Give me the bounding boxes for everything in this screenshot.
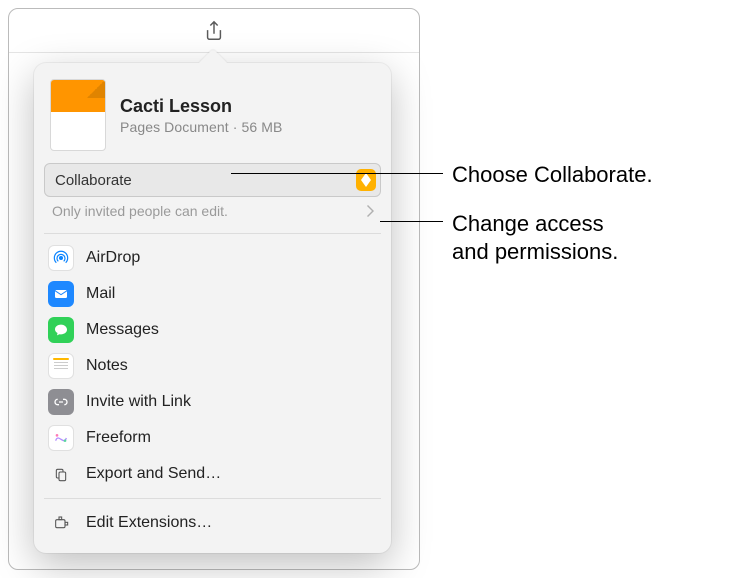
freeform-icon [48, 425, 74, 451]
share-target-freeform[interactable]: Freeform [44, 420, 381, 456]
callout-permissions: Change access and permissions. [452, 210, 618, 265]
permissions-summary: Only invited people can edit. [52, 203, 228, 219]
divider [44, 498, 381, 499]
share-target-notes[interactable]: Notes [44, 348, 381, 384]
permissions-row[interactable]: Only invited people can edit. [44, 201, 381, 225]
share-target-airdrop[interactable]: AirDrop [44, 240, 381, 276]
document-thumbnail [50, 79, 106, 151]
share-target-label: Notes [86, 357, 128, 375]
document-subtitle: Pages Document · 56 MB [120, 119, 283, 135]
document-header: Cacti Lesson Pages Document · 56 MB [34, 75, 391, 163]
share-target-label: Freeform [86, 429, 151, 447]
share-icon[interactable] [203, 19, 225, 43]
divider [44, 233, 381, 234]
share-target-label: Invite with Link [86, 393, 191, 411]
share-mode-value: Collaborate [55, 172, 132, 189]
notes-icon [48, 353, 74, 379]
mail-icon [48, 281, 74, 307]
export-icon [48, 461, 74, 487]
share-target-mail[interactable]: Mail [44, 276, 381, 312]
share-popover: Cacti Lesson Pages Document · 56 MB Coll… [34, 63, 391, 553]
extensions-icon [48, 510, 74, 536]
toolbar [9, 9, 419, 53]
chevron-right-icon [367, 205, 375, 217]
share-target-label: Export and Send… [86, 465, 221, 483]
messages-icon [48, 317, 74, 343]
callout-leader [380, 221, 443, 222]
callout-collaborate: Choose Collaborate. [452, 161, 653, 189]
document-title: Cacti Lesson [120, 96, 283, 117]
share-target-export-send[interactable]: Export and Send… [44, 456, 381, 492]
share-target-label: AirDrop [86, 249, 140, 267]
share-target-label: Messages [86, 321, 159, 339]
share-target-invite-link[interactable]: Invite with Link [44, 384, 381, 420]
share-mode-select[interactable]: Collaborate [44, 163, 381, 197]
callout-leader [231, 173, 443, 174]
airdrop-icon [48, 245, 74, 271]
share-target-messages[interactable]: Messages [44, 312, 381, 348]
link-icon [48, 389, 74, 415]
edit-extensions[interactable]: Edit Extensions… [44, 505, 381, 541]
share-target-label: Mail [86, 285, 115, 303]
edit-extensions-label: Edit Extensions… [86, 514, 212, 532]
